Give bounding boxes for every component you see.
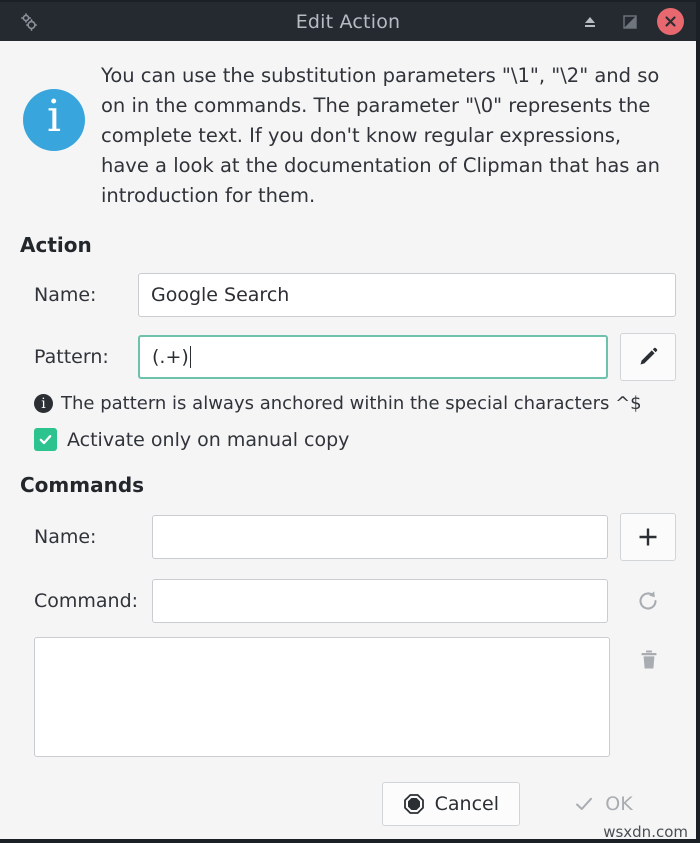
- commands-section-title: Commands: [20, 473, 145, 497]
- maximize-icon-svg: [623, 14, 637, 29]
- refresh-command-button[interactable]: [620, 577, 676, 625]
- shade-icon[interactable]: [577, 9, 603, 35]
- pattern-hint-row: i The pattern is always anchored within …: [34, 393, 676, 414]
- manual-copy-checkbox-label: Activate only on manual copy: [67, 428, 350, 451]
- cancel-button-label: Cancel: [434, 792, 499, 815]
- edit-pattern-button[interactable]: [620, 333, 676, 381]
- stop-icon: [403, 793, 424, 814]
- action-name-label: Name:: [34, 284, 97, 306]
- action-name-input[interactable]: Google Search: [138, 273, 676, 317]
- info-icon-glyph: i: [46, 91, 62, 142]
- info-banner: i You can use the substitution parameter…: [20, 55, 676, 211]
- watermark: wsxdn.com: [603, 823, 688, 841]
- check-icon: [576, 797, 593, 810]
- ok-button-label: OK: [605, 792, 633, 815]
- close-icon[interactable]: [657, 8, 684, 35]
- gears-icon-svg: [21, 12, 37, 31]
- manual-copy-checkbox-row[interactable]: Activate only on manual copy: [34, 428, 676, 451]
- title-bar[interactable]: Edit Action: [0, 0, 696, 41]
- edit-action-dialog: Edit Action i You can use the substituti…: [0, 0, 700, 843]
- action-pattern-label: Pattern:: [34, 346, 109, 368]
- window-controls: [577, 2, 684, 41]
- gears-icon[interactable]: [16, 9, 42, 35]
- maximize-icon[interactable]: [617, 9, 643, 35]
- command-name-input[interactable]: [152, 515, 608, 559]
- manual-copy-checkbox[interactable]: [34, 428, 57, 451]
- shade-icon-svg: [585, 16, 595, 27]
- ok-button[interactable]: OK: [534, 782, 672, 826]
- command-name-row: Name:: [20, 513, 676, 561]
- add-command-button[interactable]: [620, 513, 676, 561]
- pencil-icon: [640, 347, 658, 365]
- command-command-input[interactable]: [152, 579, 608, 623]
- plus-icon: [639, 528, 657, 546]
- action-pattern-row: Pattern: (.+): [20, 333, 676, 381]
- dialog-footer: Cancel OK wsxdn.com: [0, 776, 696, 839]
- refresh-icon: [639, 591, 657, 610]
- command-command-label: Command:: [34, 590, 139, 612]
- delete-command-button[interactable]: [622, 637, 676, 683]
- command-name-label: Name:: [34, 526, 97, 548]
- action-section-title: Action: [20, 233, 92, 257]
- trash-icon: [641, 650, 657, 669]
- action-pattern-input[interactable]: (.+): [138, 335, 608, 379]
- commands-list-row: [20, 637, 676, 757]
- action-name-row: Name: Google Search: [20, 273, 676, 317]
- pattern-hint-text: The pattern is always anchored within th…: [61, 393, 642, 414]
- info-text: You can use the substitution parameters …: [101, 64, 660, 207]
- commands-list[interactable]: [34, 637, 610, 757]
- dialog-body: i You can use the substitution parameter…: [0, 41, 696, 776]
- command-command-row: Command:: [20, 577, 676, 625]
- close-icon-svg: [665, 16, 676, 27]
- info-icon: i: [23, 89, 85, 151]
- text-caret: [189, 346, 191, 368]
- check-icon: [39, 435, 52, 445]
- info-icon-small: i: [34, 394, 53, 413]
- cancel-button[interactable]: Cancel: [381, 781, 520, 826]
- action-pattern-value: (.+): [152, 346, 189, 368]
